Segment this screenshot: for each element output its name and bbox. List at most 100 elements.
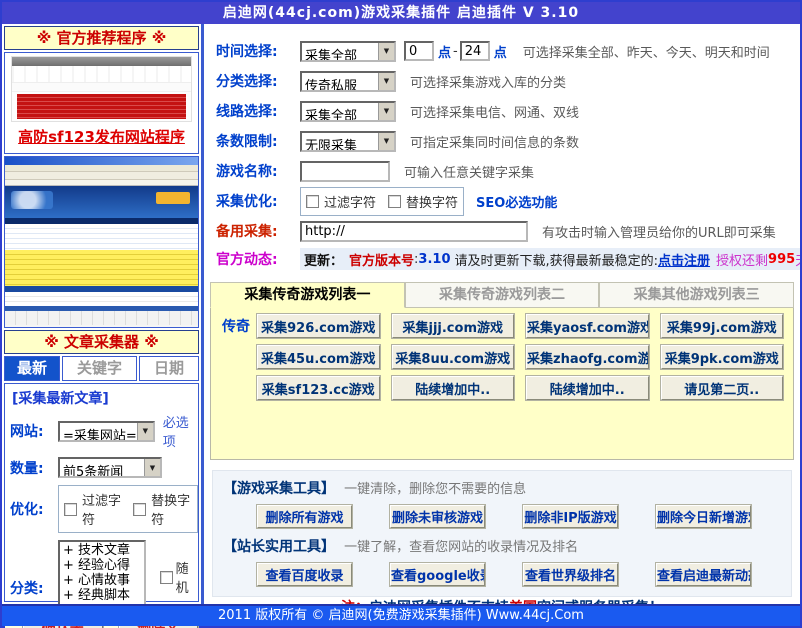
random-label: 随机 xyxy=(176,558,198,596)
site-banner xyxy=(156,192,190,204)
version-label: 官方版本号 xyxy=(349,250,414,269)
game-collect-button[interactable]: 采集45u.com游戏 xyxy=(257,345,380,369)
promo-ad[interactable]: 高防sf123发布网站程序 xyxy=(4,52,199,154)
promo-link[interactable]: 高防sf123发布网站程序 xyxy=(5,126,198,147)
site-logo xyxy=(11,191,53,209)
filter-chars-checkbox[interactable] xyxy=(306,195,319,208)
chevron-down-icon[interactable] xyxy=(378,103,394,120)
game-name-label: 游戏名称: xyxy=(216,161,300,181)
category-label: 分类: xyxy=(10,578,58,598)
count-select[interactable]: 前5条新闻 xyxy=(58,457,162,478)
game-tab-1[interactable]: 采集传奇游戏列表一 xyxy=(210,282,405,308)
browser-titlebar xyxy=(5,157,198,165)
chevron-down-icon[interactable] xyxy=(378,43,394,60)
game-list-panel: 传奇 采集926.com游戏 采集jjj.com游戏 采集yaosf.com游戏… xyxy=(210,308,794,460)
list-item[interactable]: + 经验心得 xyxy=(63,558,141,573)
replace-chars-label: 替换字符 xyxy=(151,490,192,528)
qidi-news-button[interactable]: 查看启迪最新动态 xyxy=(656,563,751,586)
replace-chars-checkbox[interactable] xyxy=(388,195,401,208)
game-collect-button[interactable]: 采集jjj.com游戏 xyxy=(392,314,515,338)
webmaster-tools-hint: 一键了解，查看您网站的收录情况及排名 xyxy=(344,540,578,555)
game-collect-button[interactable]: 采集8uu.com游戏 xyxy=(392,345,515,369)
promo-header-text: ※ 官方推荐程序 ※ xyxy=(37,29,167,47)
game-list-tabs: 采集传奇游戏列表一 采集传奇游戏列表二 采集其他游戏列表三 xyxy=(210,282,794,308)
promo-site-thumbnail[interactable] xyxy=(11,56,192,122)
sidebar: ※ 官方推荐程序 ※ 高防sf123发布网站程序 xyxy=(2,24,204,604)
game-collect-button[interactable]: 请见第二页.. xyxy=(661,376,784,400)
copyright-text: 2011 版权所有 © 启迪网(免费游戏采集插件) Www.44cj.Com xyxy=(218,608,584,623)
game-collect-button[interactable]: 采集99j.com游戏 xyxy=(661,314,784,338)
limit-label: 条数限制: xyxy=(216,131,300,151)
register-link[interactable]: 点击注册 xyxy=(658,250,710,269)
section-title: [采集最新文章] xyxy=(12,388,198,408)
chevron-down-icon[interactable] xyxy=(378,133,394,150)
chevron-down-icon[interactable] xyxy=(144,459,160,476)
tools-panel: 【游戏采集工具】 一键清除，删除您不需要的信息 删除所有游戏 删除未审核游戏 删… xyxy=(212,470,792,597)
optimize-label: 优化: xyxy=(10,499,58,519)
promo-header: ※ 官方推荐程序 ※ xyxy=(4,26,199,50)
time-hint: 可选择采集全部、昨天、今天、明天和时间 xyxy=(523,42,770,61)
game-collect-button[interactable]: 采集sf123.cc游戏 xyxy=(257,376,380,400)
collector-header-text: ※ 文章采集器 ※ xyxy=(44,333,159,351)
webmaster-tools-title: 【站长实用工具】 xyxy=(223,539,335,555)
collector-header: ※ 文章采集器 ※ xyxy=(4,330,199,354)
delete-all-games-button[interactable]: 删除所有游戏 xyxy=(257,505,352,528)
site-select[interactable]: =采集网站= xyxy=(58,421,155,442)
backup-url-input[interactable] xyxy=(300,221,528,242)
from-hour-input[interactable] xyxy=(404,41,434,61)
delete-today-games-button[interactable]: 删除今日新增游戏 xyxy=(656,505,751,528)
tab-date[interactable]: 日期 xyxy=(139,356,199,381)
delete-unreviewed-games-button[interactable]: 删除未审核游戏 xyxy=(390,505,485,528)
chevron-down-icon[interactable] xyxy=(378,73,394,90)
site-table-rows-2 xyxy=(5,292,198,306)
world-rank-button[interactable]: 查看世界级排名 xyxy=(523,563,618,586)
time-range-select[interactable]: 采集全部 xyxy=(300,41,396,62)
replace-chars-checkbox[interactable] xyxy=(133,503,146,516)
chevron-down-icon[interactable] xyxy=(137,423,153,440)
game-collect-button[interactable]: 陆续增加中.. xyxy=(392,376,515,400)
app-title: 启迪网(44cj.com)游戏采集插件 启迪插件 V 3.10 xyxy=(223,5,579,21)
game-tab-3[interactable]: 采集其他游戏列表三 xyxy=(599,282,794,308)
game-tab-2[interactable]: 采集传奇游戏列表二 xyxy=(405,282,600,308)
game-collect-button[interactable]: 采集zhaofg.com游戏 xyxy=(526,345,649,369)
game-name-input[interactable] xyxy=(300,161,390,182)
filter-chars-checkbox[interactable] xyxy=(64,503,77,516)
baidu-index-button[interactable]: 查看百度收录 xyxy=(257,563,352,586)
auth-suffix: 天 xyxy=(795,250,800,269)
range-dash: - xyxy=(453,44,458,59)
game-collect-button[interactable]: 采集926.com游戏 xyxy=(257,314,380,338)
backup-label: 备用采集: xyxy=(216,221,300,241)
limit-select[interactable]: 无限采集 xyxy=(300,131,396,152)
line-select[interactable]: 采集全部 xyxy=(300,101,396,122)
filter-chars-label: 过滤字符 xyxy=(324,192,376,211)
hour-unit: 点 xyxy=(494,42,507,61)
category-select-label: 分类选择: xyxy=(216,71,300,91)
game-collect-button[interactable]: 采集9pk.com游戏 xyxy=(661,345,784,369)
site-footer xyxy=(5,325,198,327)
count-label: 数量: xyxy=(10,458,58,478)
thumbnail-text-row xyxy=(12,83,191,92)
game-collect-button[interactable]: 采集yaosf.com游戏 xyxy=(526,314,649,338)
line-select-value: 采集全部 xyxy=(302,103,378,120)
article-collector-ad[interactable] xyxy=(4,156,199,328)
list-item[interactable]: + 心情故事 xyxy=(63,573,141,588)
thumbnail-red-banner xyxy=(17,94,186,119)
to-hour-input[interactable] xyxy=(460,41,490,61)
tab-latest[interactable]: 最新 xyxy=(4,356,60,381)
hour-unit: 点 xyxy=(438,42,451,61)
main-panel: 时间选择: 采集全部 点 - 点 可选择采集全部、昨天、今天、明天和时间 分类选… xyxy=(204,24,800,604)
game-category-select[interactable]: 传奇私服 xyxy=(300,71,396,92)
category-listbox[interactable]: + 技术文章 + 经验心得 + 心情故事 + 经典脚本 xyxy=(58,540,146,606)
delete-non-ip-games-button[interactable]: 删除非IP版游戏 xyxy=(523,505,618,528)
tab-keyword[interactable]: 关键字 xyxy=(62,356,137,381)
optimize-box: 过滤字符 替换字符 xyxy=(58,485,198,533)
google-index-button[interactable]: 查看google收录 xyxy=(390,563,485,586)
game-name-hint: 可输入任意关键字采集 xyxy=(404,162,534,181)
news-ticker: 更新： 官方版本号 : 3.10 请及时更新下载,获得最新最稳定的: 点击注册 … xyxy=(300,248,800,270)
list-item[interactable]: + 技术文章 xyxy=(63,543,141,558)
site-select-value: =采集网站= xyxy=(60,423,137,440)
list-item[interactable]: + 经典脚本 xyxy=(63,588,141,603)
game-collect-button[interactable]: 陆续增加中.. xyxy=(526,376,649,400)
random-checkbox[interactable] xyxy=(160,571,173,584)
auth-prefix: 授权还剩 xyxy=(716,250,768,269)
